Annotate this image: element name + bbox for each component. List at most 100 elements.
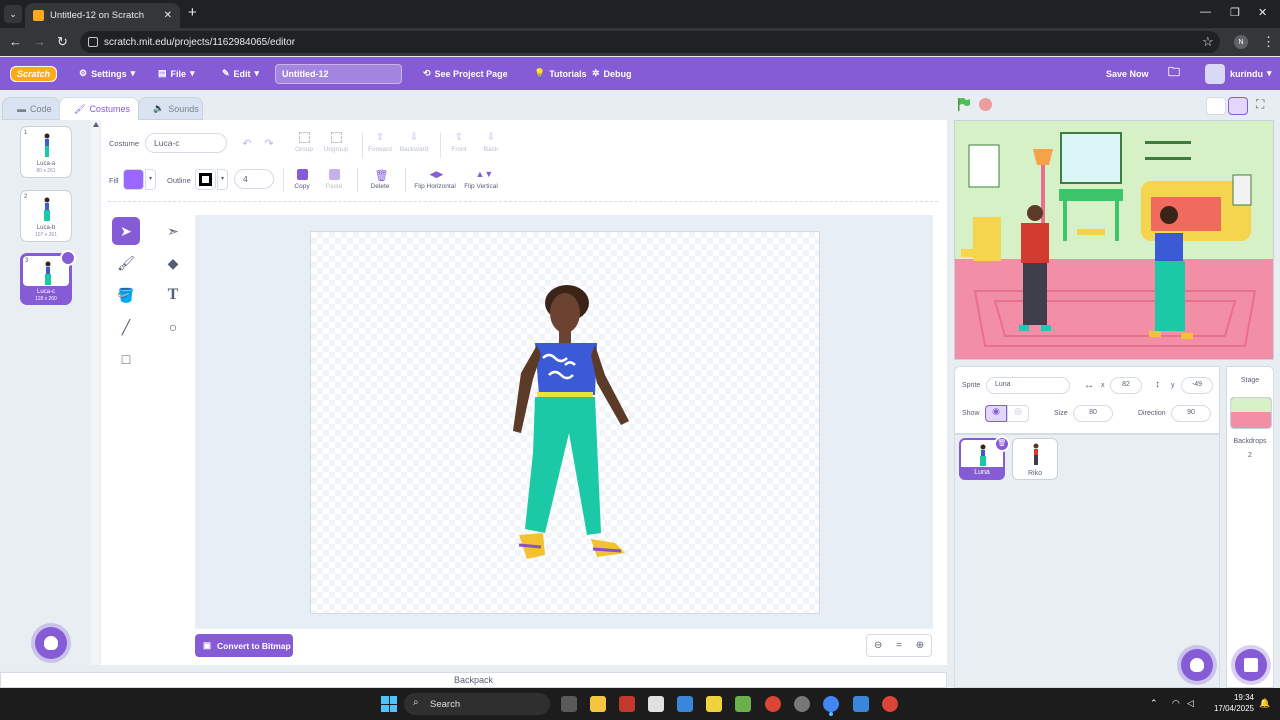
edit-menu[interactable]: ✎ Edit ▾ [222,57,259,90]
choose-costume-button[interactable] [35,627,67,659]
stop-icon[interactable] [979,98,992,111]
normal-stage-icon[interactable] [1228,97,1248,115]
y-position-input[interactable]: -49 [1181,377,1213,394]
show-eye-icon[interactable]: ◉ [985,405,1007,422]
brush-tool-icon[interactable]: 🖌 [112,249,140,277]
settings-menu[interactable]: ⚙ Settings ▾ [79,57,135,90]
circle-tool-icon[interactable]: ○ [159,313,187,341]
scroll-up-icon[interactable] [93,122,99,127]
stage-target-panel[interactable]: Stage Backdrops 2 [1226,366,1274,688]
back-icon[interactable]: ← [9,34,22,49]
forward-icon[interactable]: → [33,34,46,49]
tab-search-icon[interactable]: ⌄ [4,5,22,23]
wifi-icon[interactable]: ◠ [1172,698,1180,709]
rectangle-tool-icon[interactable]: □ [112,345,140,373]
site-info-icon[interactable] [88,37,98,47]
tutorials-button[interactable]: 💡 Tutorials [534,57,587,90]
zoom-out-icon[interactable]: ⊖ [874,640,882,651]
my-stuff-folder-icon[interactable]: 🗀 [1168,57,1180,90]
chrome-menu-icon[interactable]: ⋮ [1262,34,1275,50]
eraser-tool-icon[interactable]: ◆ [159,249,187,277]
profile-avatar[interactable]: N [1234,35,1248,49]
text-tool-icon[interactable]: T [159,281,187,309]
costume-item[interactable]: 2 Luca-b 107 x 261 [20,190,72,242]
taskbar-search[interactable]: ⌕ Search [404,693,550,715]
x-position-input[interactable]: 82 [1110,377,1142,394]
scratch-logo[interactable]: Scratch [10,66,57,82]
chrome-active-icon[interactable] [823,696,839,712]
notes-icon[interactable] [706,696,722,712]
direction-input[interactable]: 90 [1171,405,1211,422]
paste-button[interactable]: Paste [312,169,356,190]
fill-color-swatch[interactable] [123,169,144,190]
outline-dropdown-icon[interactable]: ▾ [217,169,228,190]
green-flag-icon[interactable] [957,97,971,111]
chrome-profile-icon[interactable] [882,696,898,712]
backpack-bar[interactable]: Backpack [0,672,947,688]
select-tool-icon[interactable]: ➤ [112,217,140,245]
ungroup-button[interactable]: Ungroup [314,132,358,153]
sprite-name-input[interactable]: Luna [986,377,1070,394]
fill-dropdown-icon[interactable]: ▾ [145,169,156,190]
hide-eye-icon[interactable]: ◎ [1007,405,1029,422]
tab-code[interactable]: ▬ Code [2,97,60,120]
file-explorer-icon[interactable] [590,696,606,712]
flip-horizontal-button[interactable]: ◀▶ Flip Horizontal [413,169,457,190]
costume-drawing-luca[interactable] [505,283,640,563]
notification-bell-icon[interactable]: 🔔 [1259,698,1270,709]
backward-button[interactable]: ⇩ Backward [392,132,436,153]
vscode-icon[interactable] [677,696,693,712]
project-title-input[interactable]: Untitled-12 [275,64,402,84]
game-icon[interactable] [735,696,751,712]
fill-tool-icon[interactable]: 🪣 [112,281,140,309]
volume-icon[interactable]: ◁ [1187,698,1194,709]
browser-tab[interactable]: Untitled-12 on Scratch ✕ [25,3,180,28]
small-stage-icon[interactable] [1206,97,1226,115]
delete-costume-icon[interactable] [60,250,76,266]
delete-button[interactable]: 🗑 Delete [358,169,402,190]
costume-item[interactable]: 1 Luca-a 80 x 261 [20,126,72,178]
costume-list-scrollbar[interactable] [91,120,100,665]
reshape-tool-icon[interactable]: ➣ [159,217,187,245]
sprite-item-riko[interactable]: Riko [1012,438,1058,480]
task-view-icon[interactable] [561,696,577,712]
choose-sprite-button[interactable] [1181,649,1213,681]
outline-width-input[interactable]: 4 [234,169,274,189]
file-menu[interactable]: ▤ File ▾ [158,57,195,90]
see-project-page-button[interactable]: ⟲ See Project Page [423,57,508,90]
costume-name-input[interactable]: Luca-c [145,133,227,153]
zoom-in-icon[interactable]: ⊕ [916,640,924,651]
url-field[interactable]: scratch.mit.edu/projects/1162984065/edit… [80,31,1220,53]
calculator-icon[interactable] [853,696,869,712]
bookmark-star-icon[interactable]: ☆ [1202,34,1214,50]
tab-costumes[interactable]: 🖌 Costumes [59,97,139,120]
tray-chevron-icon[interactable]: ⌃ [1150,698,1158,709]
stage-canvas[interactable] [954,120,1274,360]
store-icon[interactable] [648,696,664,712]
redo-icon[interactable]: ↷ [260,133,278,153]
tab-sounds[interactable]: 🔈 Sounds [138,97,203,120]
restore-icon[interactable]: ❐ [1230,6,1240,19]
account-menu[interactable]: kurindu ▾ [1230,57,1272,90]
delete-sprite-icon[interactable]: 🗑 [994,436,1010,452]
debug-button[interactable]: ✲ Debug [592,57,632,90]
taskbar-clock[interactable]: 19:34 17/04/2025 [1206,692,1254,714]
windows-start-icon[interactable] [381,696,397,712]
github-icon[interactable] [794,696,810,712]
new-tab-icon[interactable]: + [188,4,197,21]
back-button[interactable]: ⇩ Back [469,132,513,153]
chrome-icon[interactable] [765,696,781,712]
size-input[interactable]: 80 [1073,405,1113,422]
minimize-icon[interactable]: — [1200,6,1211,18]
save-now-button[interactable]: Save Now [1106,57,1149,90]
line-tool-icon[interactable]: ╱ [112,313,140,341]
fullscreen-icon[interactable]: ⛶ [1256,97,1264,112]
flip-vertical-button[interactable]: ▲▼ Flip Vertical [459,169,503,190]
close-window-icon[interactable]: ✕ [1258,6,1267,19]
reload-icon[interactable]: ↻ [57,34,68,50]
undo-icon[interactable]: ↶ [238,133,256,153]
close-tab-icon[interactable]: ✕ [164,10,172,21]
app-icon[interactable] [619,696,635,712]
outline-color-swatch[interactable] [195,169,216,190]
user-avatar[interactable] [1205,64,1225,84]
